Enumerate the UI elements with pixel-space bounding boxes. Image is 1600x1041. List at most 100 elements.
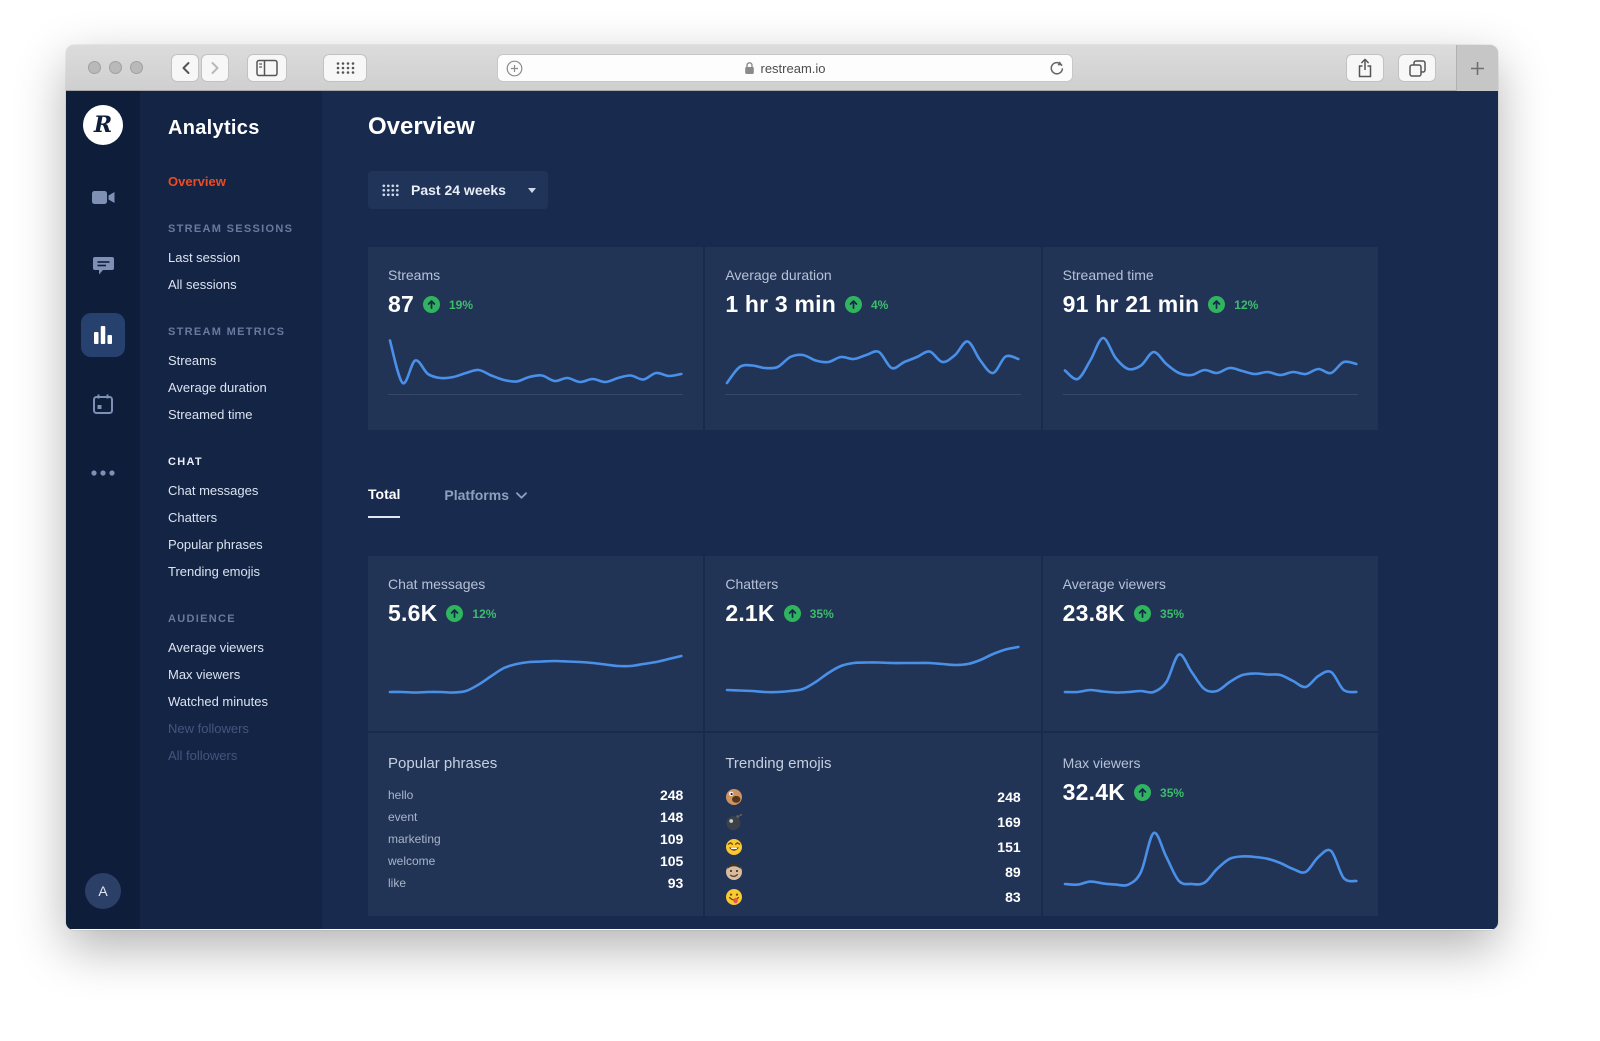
ellipsis-icon <box>91 470 115 476</box>
average-viewers-sparkline <box>1063 641 1358 703</box>
section-header-stream-sessions: STREAM SESSIONS <box>168 223 322 235</box>
restream-logo[interactable]: R <box>83 105 123 145</box>
sidebar-item-all-sessions[interactable]: All sessions <box>168 271 322 298</box>
reload-button[interactable] <box>1049 60 1064 76</box>
phrase-text: event <box>388 810 417 824</box>
app-icon-rail: R <box>66 91 140 929</box>
emoji-row: 248 <box>725 784 1020 809</box>
date-range-selector[interactable]: Past 24 weeks <box>368 171 548 209</box>
phrase-text: welcome <box>388 854 435 868</box>
sidebar-item-streams[interactable]: Streams <box>168 347 322 374</box>
emoji-row: 169 <box>725 809 1020 834</box>
section-header-stream-metrics: STREAM METRICS <box>168 326 322 338</box>
card-chatters[interactable]: Chatters 2.1K 35% <box>705 556 1040 731</box>
change-percent: 4% <box>871 298 888 312</box>
change-percent: 35% <box>1160 786 1184 800</box>
trend-up-badge <box>423 296 440 313</box>
change-percent: 12% <box>472 607 496 621</box>
change-percent: 12% <box>1234 298 1258 312</box>
sidebar-item-average-viewers[interactable]: Average viewers <box>168 634 322 661</box>
emoji-count: 89 <box>1005 864 1021 880</box>
change-percent: 19% <box>449 298 473 312</box>
section-header-chat: CHAT <box>168 456 322 468</box>
user-avatar[interactable]: A <box>85 873 121 909</box>
forward-button[interactable] <box>201 54 229 82</box>
calendar-grid-icon <box>382 184 399 197</box>
tab-platforms[interactable]: Platforms <box>444 486 527 518</box>
rail-item-stream[interactable] <box>81 175 125 219</box>
sidebar-item-chatters[interactable]: Chatters <box>168 504 322 531</box>
address-bar[interactable]: restream.io <box>497 54 1073 82</box>
new-tab-button[interactable] <box>1456 45 1498 91</box>
laughing-emote-icon <box>725 838 743 856</box>
phrase-row: like93 <box>388 872 683 894</box>
zoom-window-button[interactable] <box>130 61 143 74</box>
phrase-count: 148 <box>660 809 683 825</box>
up-arrow-icon <box>426 299 437 310</box>
show-tabs-button[interactable] <box>1398 54 1436 82</box>
card-chat-messages[interactable]: Chat messages 5.6K 12% <box>368 556 703 731</box>
rail-item-analytics[interactable] <box>81 313 125 357</box>
card-max-viewers[interactable]: Max viewers 32.4K 35% <box>1043 733 1378 916</box>
rail-item-more[interactable] <box>81 451 125 495</box>
phrase-text: hello <box>388 788 413 802</box>
minimize-window-button[interactable] <box>109 61 122 74</box>
list-title: Popular phrases <box>388 755 683 772</box>
card-value: 2.1K <box>725 600 774 627</box>
sidebar-item-streamed-time[interactable]: Streamed time <box>168 401 322 428</box>
sidebar-item-max-viewers[interactable]: Max viewers <box>168 661 322 688</box>
trend-up-badge <box>446 605 463 622</box>
plus-icon <box>1470 61 1485 76</box>
sidebar-item-watched-minutes[interactable]: Watched minutes <box>168 688 322 715</box>
up-arrow-icon <box>1137 608 1148 619</box>
sidebar-title: Analytics <box>168 117 322 140</box>
emoji-count: 169 <box>997 814 1020 830</box>
card-value: 5.6K <box>388 600 437 627</box>
chat-cards-grid: Chat messages 5.6K 12% Chatters 2.1K <box>368 556 1378 916</box>
card-value: 1 hr 3 min <box>725 291 836 318</box>
list-title: Trending emojis <box>725 755 1020 772</box>
up-arrow-icon <box>848 299 859 310</box>
sidebar-item-average-duration[interactable]: Average duration <box>168 374 322 401</box>
back-button[interactable] <box>171 54 199 82</box>
restream-app: R <box>66 91 1498 929</box>
date-range-label: Past 24 weeks <box>411 182 516 198</box>
sidebar-toggle-button[interactable] <box>247 54 287 82</box>
card-average-viewers[interactable]: Average viewers 23.8K 35% <box>1043 556 1378 731</box>
tongue-out-emote-icon <box>725 888 743 906</box>
chat-bubble-icon <box>93 257 114 276</box>
card-popular-phrases[interactable]: Popular phrases hello248 event148 market… <box>368 733 703 916</box>
card-trending-emojis[interactable]: Trending emojis 248 <box>705 733 1040 916</box>
phrase-count: 109 <box>660 831 683 847</box>
sidebar-item-popular-phrases[interactable]: Popular phrases <box>168 531 322 558</box>
card-streamed-time[interactable]: Streamed time 91 hr 21 min 12% <box>1043 247 1378 430</box>
card-value: 87 <box>388 291 414 318</box>
rail-item-events[interactable] <box>81 382 125 426</box>
history-nav <box>171 54 229 82</box>
tabs-icon <box>1408 59 1427 78</box>
card-label: Streams <box>388 267 683 283</box>
emoji-count: 83 <box>1005 889 1021 905</box>
sidebar-item-last-session[interactable]: Last session <box>168 244 322 271</box>
emoji-row: 151 <box>725 834 1020 859</box>
bar-chart-icon <box>93 326 113 344</box>
phrase-text: like <box>388 876 406 890</box>
calendar-icon <box>93 394 113 414</box>
reader-add-icon[interactable] <box>506 60 523 77</box>
card-streams[interactable]: Streams 87 19% <box>368 247 703 430</box>
up-arrow-icon <box>787 608 798 619</box>
phrase-count: 105 <box>660 853 683 869</box>
sidebar-item-overview[interactable]: Overview <box>168 168 322 195</box>
phrase-row: welcome 105 <box>388 850 683 872</box>
sidebar-item-trending-emojis[interactable]: Trending emojis <box>168 558 322 585</box>
close-window-button[interactable] <box>88 61 101 74</box>
rail-item-chat[interactable] <box>81 244 125 288</box>
average-duration-sparkline <box>725 332 1020 394</box>
tab-total[interactable]: Total <box>368 486 400 518</box>
phrase-row: event 148 <box>388 806 683 828</box>
tab-overview-button[interactable] <box>323 54 367 82</box>
trend-up-badge <box>1134 784 1151 801</box>
sidebar-item-chat-messages[interactable]: Chat messages <box>168 477 322 504</box>
share-button[interactable] <box>1346 54 1384 82</box>
card-average-duration[interactable]: Average duration 1 hr 3 min 4% <box>705 247 1040 430</box>
